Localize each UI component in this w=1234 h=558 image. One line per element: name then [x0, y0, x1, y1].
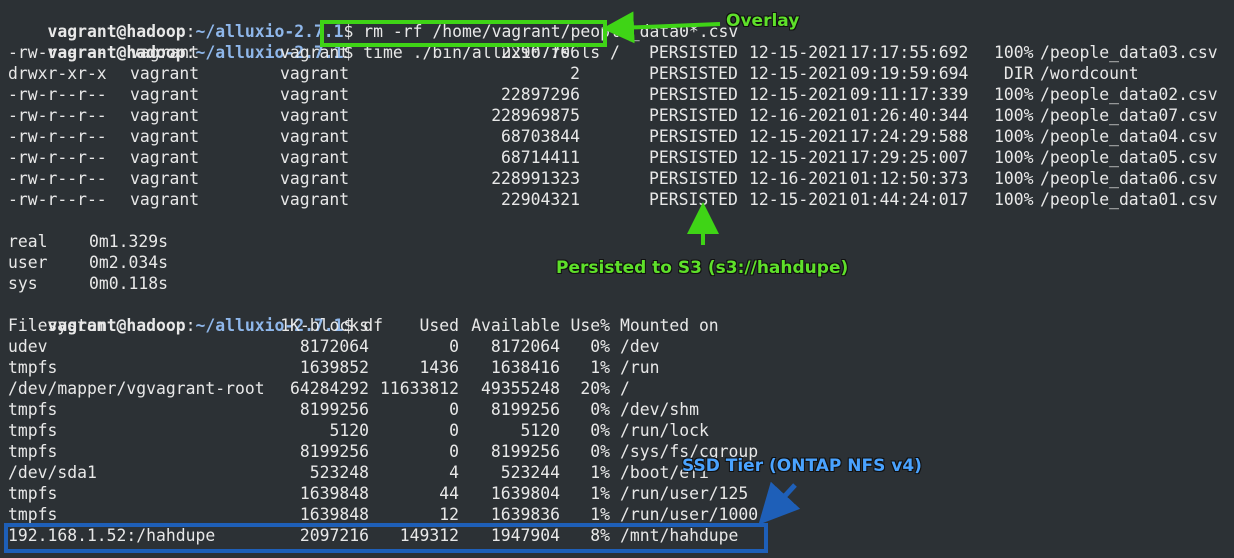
- overlay-annotation: Overlay: [726, 11, 800, 31]
- annotation-arrows: [602, 11, 801, 525]
- persisted-annotation: Persisted to S3 (s3://hahdupe): [556, 258, 849, 278]
- terminal-window[interactable]: vagrant@hadoop:~/alluxio-2.7.1$ rm -rf /…: [0, 0, 1234, 558]
- overlay-arrow: [602, 11, 721, 44]
- ssd-annotation: SSD Tier (ONTAP NFS v4): [682, 456, 922, 476]
- ssd-arrow: [758, 481, 801, 525]
